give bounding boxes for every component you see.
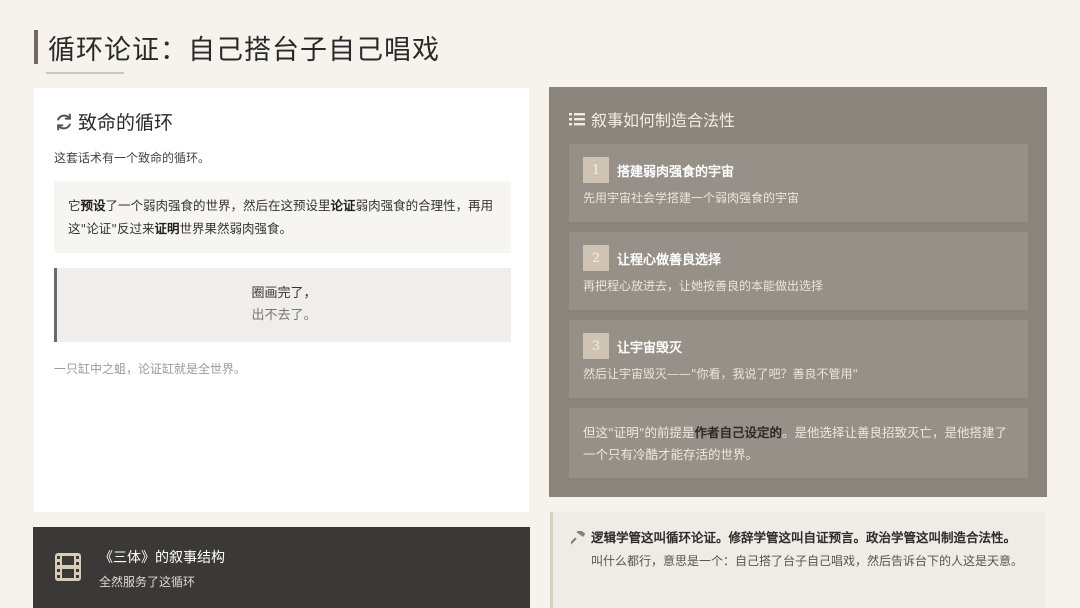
step-number: 3 (583, 333, 609, 359)
quote-text: 它 (68, 198, 81, 213)
page-title-bar: 循环论证：自己搭台子自己唱戏 (34, 30, 440, 66)
step-number: 1 (583, 157, 609, 183)
step-item: 2 让程心做善良选择 再把程心放进去，让她按善良的本能做出选择 (569, 232, 1028, 310)
conclusion-box: 但这"证明"的前提是作者自己设定的。是他选择让善良招致灭亡，是他搭建了一个只有冷… (569, 408, 1028, 478)
quote-emphasis: 证明 (154, 221, 180, 236)
step-description: 然后让宇宙毁灭——"你看，我说了吧？善良不管用" (583, 367, 859, 381)
step-number: 2 (583, 245, 609, 271)
refresh-icon (57, 113, 71, 130)
narrative-legitimacy-card: 叙事如何制造合法性 1 搭建弱肉强食的宇宙 先用宇宙社会学搭建一个弱肉强食的宇宙 … (549, 87, 1047, 497)
three-body-structure-card: 《三体》的叙事结构 全然服务了这循环 (33, 527, 530, 608)
step-item: 3 让宇宙毁灭 然后让宇宙毁灭——"你看，我说了吧？善良不管用" (569, 320, 1028, 398)
step-title: 让程心做善良选择 (617, 252, 722, 268)
step-description: 再把程心放进去，让她按善良的本能做出选择 (583, 279, 824, 293)
three-body-subtitle: 全然服务了这循环 (99, 575, 196, 589)
step-description: 先用宇宙社会学搭建一个弱肉强食的宇宙 (583, 191, 800, 205)
fatal-loop-intro: 这套话术有一个致命的循环。 (54, 151, 211, 165)
hammer-icon (571, 531, 585, 545)
quote-text: 了一个弱肉强食的世界，然后在这预设里 (105, 198, 331, 213)
tip-line-1-text: 逻辑学管这叫循环论证。修辞学管这叫自证预言。政治学管这叫制造合法性。 (591, 530, 1017, 545)
vat-note: 一只缸中之蛆，论证缸就是全世界。 (54, 362, 247, 376)
conclusion-text: 但这"证明"的前提是 (583, 425, 695, 440)
logic-tip-card: 逻辑学管这叫循环论证。修辞学管这叫自证预言。政治学管这叫制造合法性。 叫什么都行… (550, 512, 1046, 608)
narrative-heading: 叙事如何制造合法性 (569, 107, 1028, 131)
three-body-text: 《三体》的叙事结构 全然服务了这循环 (99, 547, 225, 590)
step-item: 1 搭建弱肉强食的宇宙 先用宇宙社会学搭建一个弱肉强食的宇宙 (569, 144, 1028, 222)
quote-emphasis: 预设 (80, 198, 106, 213)
circle-blockquote: 圈画完了， 出不去了。 (54, 268, 511, 342)
page-title: 循环论证：自己搭台子自己唱戏 (48, 34, 440, 66)
narrative-heading-text: 叙事如何制造合法性 (591, 111, 736, 130)
three-body-title: 《三体》的叙事结构 (99, 550, 225, 566)
quote-emphasis: 论证 (330, 198, 356, 213)
conclusion-highlight: 作者自己设定的 (694, 425, 783, 440)
quote-text: 世界果然弱肉强食。 (179, 221, 293, 236)
fatal-loop-heading-text: 致命的循环 (78, 112, 174, 134)
list-icon (569, 113, 585, 126)
step-title: 让宇宙毁灭 (617, 340, 683, 356)
step-title: 搭建弱肉强食的宇宙 (617, 164, 735, 180)
tip-line-2: 叫什么都行，意思是一个：自己搭了台子自己唱戏，然后告诉台下的人这是天意。 (591, 554, 1024, 568)
premise-quote-box: 它预设了一个弱肉强食的世界，然后在这预设里论证弱肉强食的合理性，再用这"论证"反… (54, 181, 511, 253)
title-underline (46, 72, 124, 74)
tip-line-1: 逻辑学管这叫循环论证。修辞学管这叫自证预言。政治学管这叫制造合法性。 (571, 528, 1030, 548)
fatal-loop-heading: 致命的循环 (54, 108, 511, 135)
fatal-loop-card: 致命的循环 这套话术有一个致命的循环。 它预设了一个弱肉强食的世界，然后在这预设… (34, 88, 529, 512)
film-icon (55, 553, 81, 581)
circle-line-1: 圈画完了， (251, 286, 317, 301)
circle-line-2: 出不去了。 (251, 308, 317, 323)
